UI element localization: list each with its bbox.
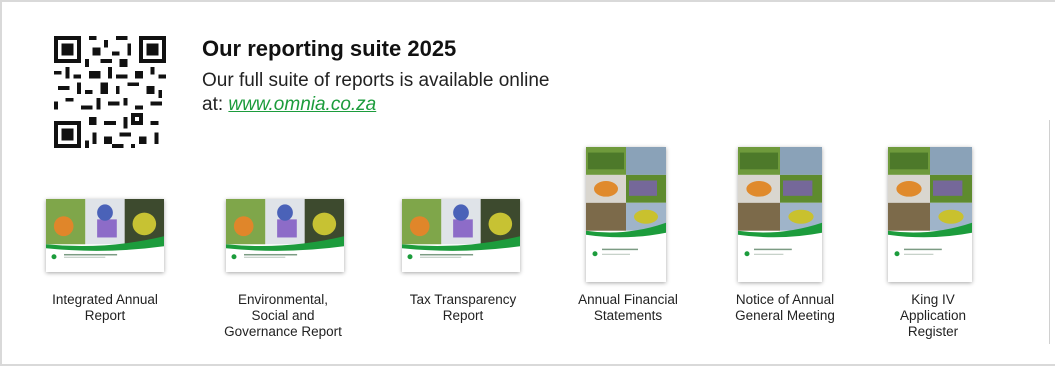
report-cover-6[interactable] (888, 147, 972, 282)
report-cover-art (738, 147, 822, 282)
report-cover-art (46, 199, 164, 272)
report-label-line: Social and (251, 308, 315, 323)
report-label-5[interactable]: Notice of Annual General Meeting (710, 292, 860, 324)
report-cover-4[interactable] (586, 147, 666, 282)
report-cover-5[interactable] (738, 147, 822, 282)
report-label-line: Environmental, (237, 292, 329, 307)
report-label-line: Report (442, 308, 484, 323)
report-label-4[interactable]: Annual Financial Statements (553, 292, 703, 324)
report-label-line: Application (899, 308, 967, 323)
report-label-line: Annual Financial (578, 292, 678, 307)
qr-code-icon[interactable] (54, 36, 166, 148)
right-divider (1049, 120, 1050, 344)
report-cover-art (226, 199, 344, 272)
report-label-line: Register (907, 324, 959, 339)
report-cover-art (586, 147, 666, 282)
report-label-line: Governance Report (224, 324, 342, 339)
report-label-2[interactable]: Environmental, Social and Governance Repor… (208, 292, 358, 340)
report-label-line: General Meeting (735, 308, 835, 323)
report-label-line: King IV (911, 292, 955, 307)
report-label-line: Notice of Annual (735, 292, 835, 307)
report-cover-1[interactable] (46, 199, 164, 272)
report-label-line: Tax Transparency (409, 292, 517, 307)
report-cover-3[interactable] (402, 199, 520, 272)
page-title: Our reporting suite 2025 (202, 36, 457, 61)
report-cover-2[interactable] (226, 199, 344, 272)
report-cover-art (402, 199, 520, 272)
report-label-line: Integrated Annual (52, 292, 158, 307)
report-label-3[interactable]: Tax Transparency Report (388, 292, 538, 324)
report-label-6[interactable]: King IV Application Register (858, 292, 1008, 340)
report-label-line: Report (84, 308, 126, 323)
report-label-line: Statements (593, 308, 663, 323)
report-cover-art (888, 147, 972, 282)
suite-description: Our full suite of reports is available o… (202, 69, 562, 117)
report-label-1[interactable]: Integrated Annual Report (30, 292, 180, 324)
website-link[interactable]: www.omnia.co.za (228, 94, 376, 115)
